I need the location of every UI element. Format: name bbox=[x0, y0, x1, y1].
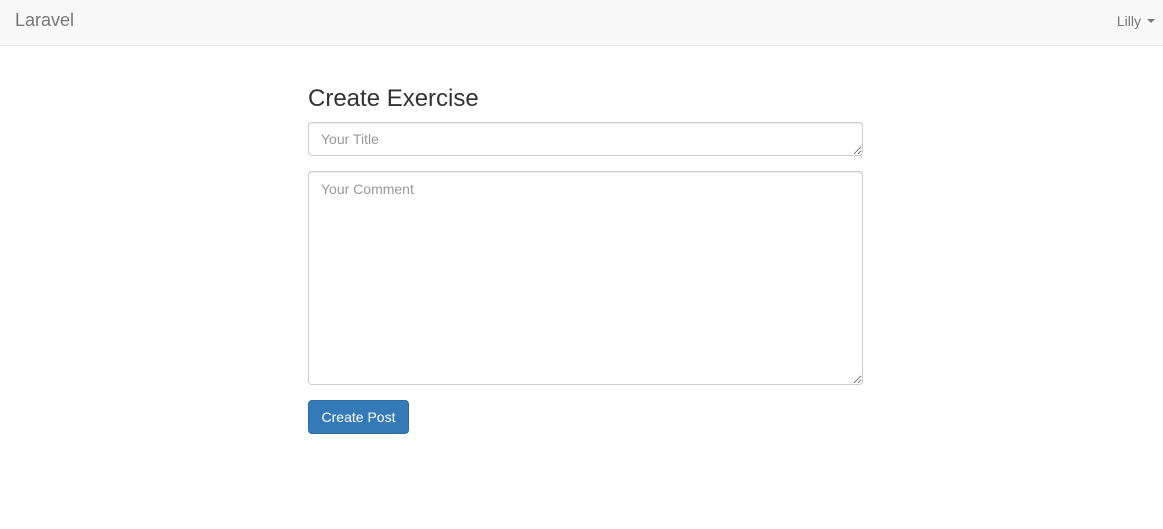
user-menu-dropdown[interactable]: Lilly bbox=[1117, 13, 1155, 29]
comment-input[interactable] bbox=[308, 171, 863, 385]
brand-link[interactable]: Laravel bbox=[15, 10, 74, 30]
caret-down-icon bbox=[1147, 19, 1155, 23]
top-navbar: Laravel Lilly bbox=[0, 0, 1163, 46]
title-input[interactable] bbox=[308, 122, 863, 156]
create-post-button[interactable]: Create Post bbox=[308, 400, 409, 434]
user-name-label: Lilly bbox=[1116, 13, 1141, 29]
page-title: Create Exercise bbox=[308, 85, 479, 112]
